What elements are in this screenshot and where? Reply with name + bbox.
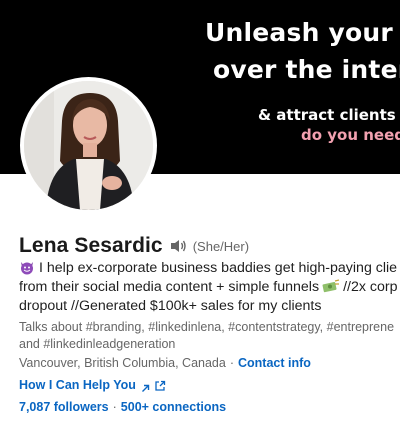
separator-dot: · <box>112 400 117 414</box>
profile-photo-frame[interactable] <box>20 77 157 214</box>
external-link-icon[interactable] <box>154 380 166 392</box>
talks-about: Talks about #branding, #linkedinlena, #c… <box>19 319 394 353</box>
money-emoji-icon <box>322 279 340 293</box>
location-row: Vancouver, British Columbia, Canada · Cont… <box>19 355 311 372</box>
profile-name-row: Lena Sesardic (She/Her) <box>19 234 249 258</box>
connections-link[interactable]: 500+ connections <box>121 400 226 414</box>
headline-text-line2b: //2x corp <box>343 279 398 295</box>
separator-dot: · <box>229 356 234 370</box>
contact-info-link[interactable]: Contact info <box>238 356 311 370</box>
how-i-can-help-link[interactable]: How I Can Help You <box>19 377 136 394</box>
profile-name: Lena Sesardic <box>19 234 163 257</box>
banner-subline-line1: & attract clients wh <box>258 106 400 124</box>
banner-headline-line1: Unleash your u <box>205 18 400 47</box>
banner-subline-line2: do you need <box>301 126 400 144</box>
featured-link-row: How I Can Help You <box>19 377 166 394</box>
network-stats-row: 7,087 followers · 500+ connections <box>19 399 226 416</box>
profile-headline: I help ex-corporate business baddies get… <box>19 259 400 316</box>
avatar-photo <box>24 81 153 210</box>
banner-headline-line2: over the intern <box>213 55 400 84</box>
pronouns: (She/Her) <box>192 238 250 254</box>
location-text: Vancouver, British Columbia, Canada <box>19 356 226 370</box>
headline-line1: I help ex-corporate business baddies get… <box>19 259 400 278</box>
headline-text-line2a: from their social media content + simple… <box>19 279 320 295</box>
followers-link[interactable]: 7,087 followers <box>19 400 109 414</box>
talks-about-line1: Talks about #branding, #linkedinlena, #c… <box>19 320 395 334</box>
devil-emoji-icon <box>19 259 35 275</box>
headline-text-line1: I help ex-corporate business baddies get… <box>39 260 398 276</box>
headline-text-line3: dropout //Generated $100k+ sales for my … <box>19 298 322 314</box>
speaker-icon[interactable] <box>169 238 187 254</box>
talks-about-line2: and #linkedinleadgeneration <box>19 337 176 351</box>
avatar[interactable] <box>24 81 153 210</box>
arrow-up-right-icon <box>141 381 150 392</box>
headline-line2: from their social media content + simple… <box>19 278 400 297</box>
